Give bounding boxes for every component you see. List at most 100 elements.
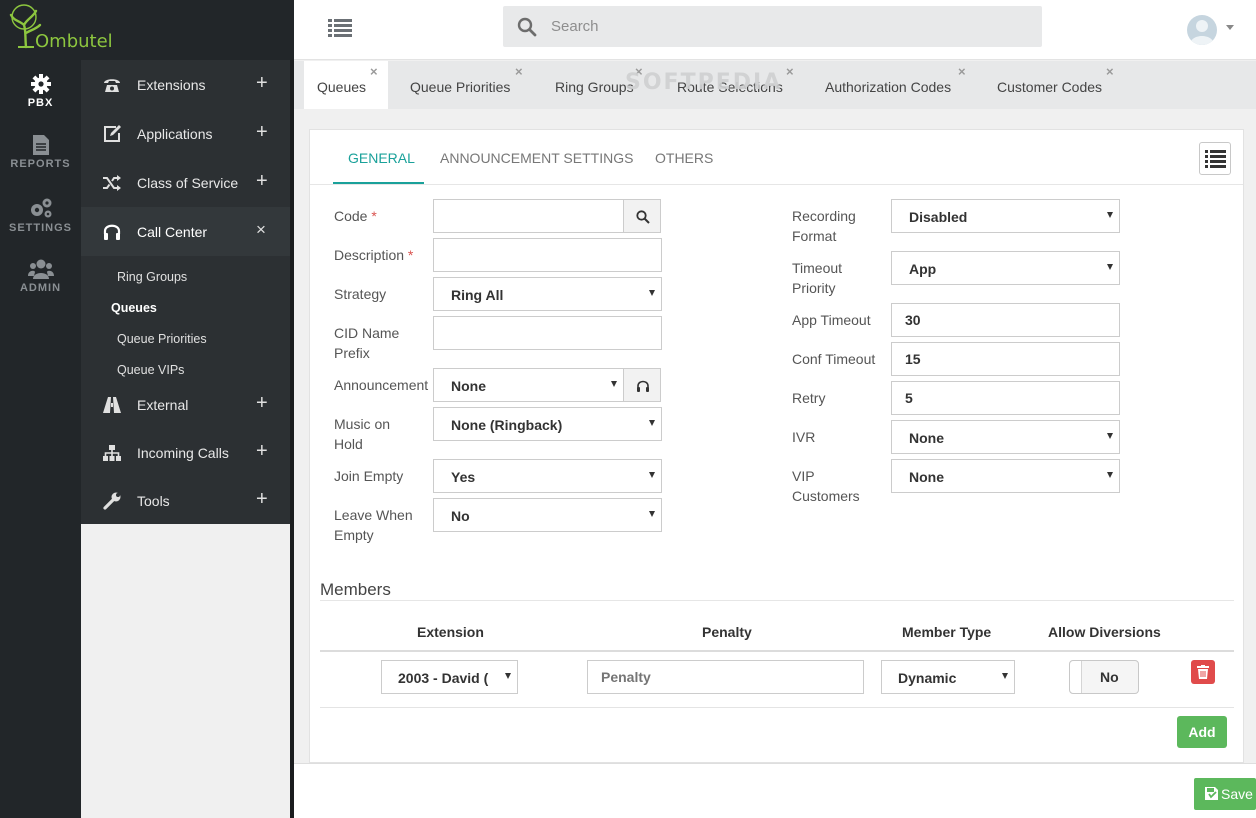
cid-name-prefix-label: CID Name Prefix (334, 325, 400, 361)
trash-icon (1197, 665, 1209, 679)
sidebar-item-label: Tools (137, 493, 170, 509)
sidebar-item-applications[interactable]: Applications + (81, 109, 290, 158)
members-heading: Members (320, 580, 391, 599)
sidebar-item-label: Applications (137, 126, 213, 142)
retry-field[interactable]: 5 (891, 381, 1120, 415)
member-penalty-field[interactable] (587, 660, 864, 694)
search-icon (517, 17, 537, 37)
tab-authorization-codes[interactable]: Authorization Codes × (813, 61, 973, 109)
close-icon[interactable]: × (958, 64, 966, 79)
select-value: None (Ringback) (451, 417, 563, 433)
expand-icon[interactable]: + (256, 121, 268, 144)
phone-icon (104, 79, 120, 92)
inner-tab-others[interactable]: OTHERS (655, 150, 713, 166)
sidebar-item-label: Incoming Calls (137, 445, 229, 461)
code-lookup-button[interactable] (623, 199, 661, 233)
caret-down-icon (505, 673, 511, 679)
submenu-item-queue-priorities[interactable]: Queue Priorities (117, 332, 207, 346)
chevron-down-icon[interactable] (1226, 25, 1234, 30)
rail-reports[interactable]: REPORTS (0, 125, 81, 185)
recording-format-select[interactable]: Disabled (891, 199, 1120, 233)
headset-icon (103, 224, 121, 240)
expand-icon[interactable]: + (256, 392, 268, 415)
divider (320, 600, 1234, 601)
sidebar-item-label: External (137, 397, 189, 413)
submenu-item-queues[interactable]: Queues (111, 301, 157, 315)
sidebar-item-external[interactable]: External + (81, 380, 290, 429)
timeout-priority-select[interactable]: App (891, 251, 1120, 285)
select-value: None (909, 469, 944, 485)
search-box[interactable] (503, 6, 1042, 47)
document-icon (32, 135, 49, 155)
strategy-select[interactable]: Ring All (433, 277, 662, 311)
ivr-select[interactable]: None (891, 420, 1120, 454)
expand-icon[interactable]: + (256, 72, 268, 95)
announcement-play-button[interactable] (623, 368, 661, 402)
add-member-button[interactable]: Add (1177, 716, 1227, 748)
column-header-allow-diversions: Allow Diversions (1048, 624, 1161, 640)
users-icon (27, 259, 54, 279)
sidebar-item-call-center[interactable]: Call Center × (81, 207, 290, 256)
submenu-item-queue-vips[interactable]: Queue VIPs (117, 363, 184, 377)
ivr-label: IVR (792, 429, 816, 445)
column-header-member-type: Member Type (902, 624, 992, 640)
delete-member-button[interactable] (1191, 660, 1215, 684)
save-label: Save (1221, 786, 1253, 802)
menu-toggle-icon[interactable] (328, 18, 352, 38)
member-type-select[interactable]: Dynamic (881, 660, 1015, 694)
expand-icon[interactable]: + (256, 440, 268, 463)
inner-tab-announcement-settings[interactable]: ANNOUNCEMENT SETTINGS (440, 150, 633, 166)
conf-timeout-field[interactable]: 15 (891, 342, 1120, 376)
code-field[interactable] (433, 199, 624, 233)
submenu-item-ring-groups[interactable]: Ring Groups (117, 270, 187, 284)
close-icon[interactable]: × (786, 64, 794, 79)
expand-icon[interactable]: + (256, 170, 268, 193)
sidebar-item-extensions[interactable]: Extensions + (81, 60, 290, 109)
leave-when-empty-select[interactable]: No (433, 498, 662, 532)
recording-format-label: Recording Format (792, 208, 856, 244)
list-view-button[interactable] (1199, 142, 1231, 175)
music-on-hold-select[interactable]: None (Ringback) (433, 407, 662, 441)
save-button[interactable]: Save (1194, 778, 1256, 810)
app-root: Ombutel PBX REPORTS SETTINGS ADMIN Exten… (0, 0, 1256, 818)
code-label: Code * (334, 208, 377, 224)
sidebar-item-incoming-calls[interactable]: Incoming Calls + (81, 428, 290, 477)
tab-customer-codes[interactable]: Customer Codes × (985, 61, 1120, 109)
app-timeout-field[interactable]: 30 (891, 303, 1120, 337)
list-icon (1205, 150, 1226, 168)
close-icon[interactable]: × (515, 64, 523, 79)
app-timeout-label: App Timeout (792, 312, 871, 328)
sidebar-item-tools[interactable]: Tools + (81, 476, 290, 525)
rail-settings[interactable]: SETTINGS (0, 187, 81, 247)
description-field[interactable] (433, 238, 662, 272)
close-icon[interactable]: × (370, 64, 378, 79)
road-icon (103, 397, 121, 413)
member-extension-select[interactable]: 2003 - David ( (381, 660, 518, 694)
avatar[interactable] (1187, 15, 1217, 45)
select-value: Dynamic (898, 670, 957, 686)
shuffle-icon (103, 175, 121, 191)
rail-label: SETTINGS (8, 222, 72, 234)
rail-label: ADMIN (19, 282, 62, 294)
search-input[interactable] (551, 6, 1031, 47)
edit-icon (104, 125, 121, 142)
caret-down-icon (649, 420, 655, 426)
join-empty-select[interactable]: Yes (433, 459, 662, 493)
cid-name-prefix-field[interactable] (433, 316, 662, 350)
penalty-input[interactable] (601, 661, 851, 693)
vip-customers-select[interactable]: None (891, 459, 1120, 493)
expand-icon[interactable]: + (256, 488, 268, 511)
close-icon[interactable]: × (1106, 64, 1114, 79)
rail-admin[interactable]: ADMIN (0, 249, 81, 309)
tab-queue-priorities[interactable]: Queue Priorities × (398, 61, 528, 109)
rail-pbx[interactable]: PBX (0, 64, 81, 124)
announcement-select[interactable]: None (433, 368, 624, 402)
brand-logo[interactable]: Ombutel (0, 0, 294, 60)
description-label: Description * (334, 247, 414, 263)
vip-customers-label: VIP Customers (792, 468, 860, 504)
sidebar-item-class-of-service[interactable]: Class of Service + (81, 158, 290, 207)
allow-diversions-toggle[interactable]: No (1069, 660, 1139, 694)
inner-tab-general[interactable]: GENERAL (348, 150, 415, 166)
tab-queues[interactable]: Queues × (304, 61, 388, 109)
collapse-icon[interactable]: × (256, 220, 266, 240)
